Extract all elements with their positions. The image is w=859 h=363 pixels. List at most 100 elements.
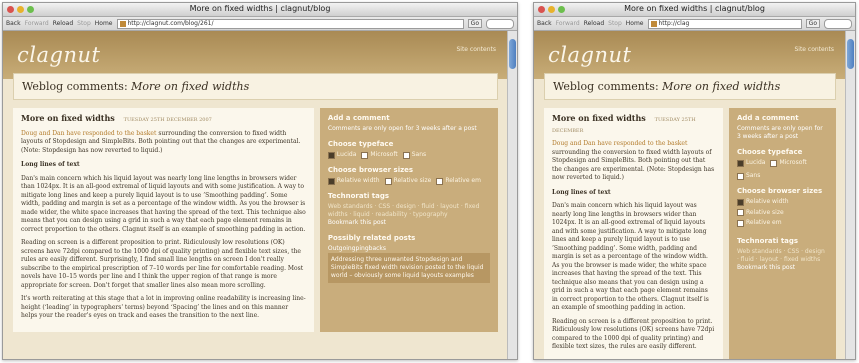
related-item[interactable]: Addressing three unwanted Stopdesign and… xyxy=(327,253,490,283)
scroll-thumb[interactable] xyxy=(847,39,854,69)
typeface-option-microsoft[interactable]: Microsoft xyxy=(770,159,807,167)
vertical-scrollbar[interactable] xyxy=(845,31,855,359)
address-bar[interactable]: http://clag xyxy=(647,18,802,29)
browser-window-narrow: More on fixed widths | clagnut/blog Back… xyxy=(533,2,856,360)
related-block: Possibly related posts Outgoingpingbacks… xyxy=(327,234,490,283)
title-bar[interactable]: More on fixed widths | clagnut/blog xyxy=(3,3,517,17)
address-text: http://clagnut.com/blog/261/ xyxy=(127,19,214,27)
paragraph-2: Dan's main concern which his liquid layo… xyxy=(552,202,709,311)
radio-icon xyxy=(436,177,444,185)
post-title-text: More on fixed widths xyxy=(21,113,115,123)
post-body: More on fixed widths TUESDAY 25TH DECEMB… xyxy=(13,108,314,332)
forward-button[interactable]: Forward xyxy=(556,20,580,27)
home-button[interactable]: Home xyxy=(626,20,644,27)
post-date: TUESDAY 25TH DECEMBER 2007 xyxy=(123,117,212,123)
intro-link[interactable]: Doug and Dan have responded to the baske… xyxy=(552,140,687,147)
option-label: Relative width xyxy=(745,198,789,205)
option-label: Lucida xyxy=(336,151,357,158)
typeface-option-sans[interactable]: Sans xyxy=(402,151,426,159)
intro-link[interactable]: Doug and Dan have responded to the baske… xyxy=(21,130,156,137)
radio-icon xyxy=(402,151,410,159)
sidebar: Add a comment Comments are only open for… xyxy=(319,108,498,332)
add-comment-note: Comments are only open for 3 weeks after… xyxy=(736,125,823,140)
tags-block: Technorati tags Web standards · CSS · de… xyxy=(328,192,490,227)
post-title: More on fixed widths TUESDAY 25TH DECEMB… xyxy=(21,114,306,125)
site-contents-link[interactable]: Site contents xyxy=(794,46,834,53)
radio-icon xyxy=(770,159,778,167)
stop-button[interactable]: Stop xyxy=(608,20,622,27)
reload-button[interactable]: Reload xyxy=(53,20,73,27)
option-label: Sans xyxy=(745,172,761,179)
size-option-size[interactable]: Relative size xyxy=(384,177,431,185)
paragraph-3: Reading on screen is a different proposi… xyxy=(552,317,715,351)
tags-block: Technorati tags Web standards · CSS · de… xyxy=(737,237,828,272)
paragraph-intro: Doug and Dan have responded to the baske… xyxy=(552,140,715,183)
reload-button[interactable]: Reload xyxy=(584,20,604,27)
page-title-post: More on fixed widths xyxy=(662,80,781,93)
option-label: Lucida xyxy=(745,159,766,166)
add-comment-note: Comments are only open for 3 weeks after… xyxy=(327,125,477,132)
bookmark-link[interactable]: Bookmark this post xyxy=(328,219,490,227)
browser-window-large: More on fixed widths | clagnut/blog Back… xyxy=(2,2,518,360)
option-label: Microsoft xyxy=(370,151,398,158)
favicon-icon xyxy=(119,20,126,27)
section-heading: Long lines of text xyxy=(552,188,611,196)
address-bar[interactable]: http://clagnut.com/blog/261/ xyxy=(116,18,464,29)
page-title: Weblog comments: More on fixed widths xyxy=(13,73,498,100)
back-button[interactable]: Back xyxy=(537,20,552,27)
radio-icon xyxy=(327,177,335,185)
option-label: Relative size xyxy=(745,208,784,216)
tag-list[interactable]: Web standards · CSS · design · fluid · l… xyxy=(737,248,828,264)
address-text: http://clag xyxy=(658,19,690,27)
typeface-option-lucida[interactable]: Lucida xyxy=(327,151,357,159)
search-input[interactable] xyxy=(824,18,852,29)
browser-toolbar: Back Forward Reload Stop Home http://cla… xyxy=(534,17,855,31)
size-option-width[interactable]: Relative width xyxy=(736,198,789,206)
size-option-size[interactable]: Relative size xyxy=(736,208,784,217)
add-comment-link[interactable]: Add a comment xyxy=(737,114,828,122)
size-option-width[interactable]: Relative width xyxy=(327,177,380,185)
forward-button[interactable]: Forward xyxy=(25,20,49,27)
radio-icon xyxy=(327,151,335,159)
go-button[interactable]: Go xyxy=(467,19,482,28)
option-label: Relative em xyxy=(745,219,782,226)
typeface-option-microsoft[interactable]: Microsoft xyxy=(361,151,398,159)
size-option-em[interactable]: Relative em xyxy=(736,219,782,227)
size-option-em[interactable]: Relative em xyxy=(436,177,481,185)
search-input[interactable] xyxy=(486,18,514,29)
scroll-thumb[interactable] xyxy=(509,39,516,69)
page-content: clagnut Site contents Weblog comments: M… xyxy=(534,31,846,359)
page-content: clagnut Site contents Weblog comments: M… xyxy=(3,31,508,359)
radio-icon xyxy=(736,219,744,227)
radio-icon xyxy=(384,177,392,185)
site-contents-link[interactable]: Site contents xyxy=(456,46,496,53)
radio-icon xyxy=(736,198,744,206)
section-heading: Long lines of text xyxy=(21,161,80,168)
typeface-option-sans[interactable]: Sans xyxy=(736,172,761,180)
stop-button[interactable]: Stop xyxy=(77,20,91,27)
paragraph-4: It's worth reiterating at this stage tha… xyxy=(21,295,306,319)
browser-toolbar: Back Forward Reload Stop Home http://cla… xyxy=(3,17,517,31)
go-button[interactable]: Go xyxy=(805,19,820,28)
add-comment-link[interactable]: Add a comment xyxy=(328,114,490,122)
browser-size-heading: Choose browser sizes xyxy=(736,187,823,195)
home-button[interactable]: Home xyxy=(95,20,113,27)
vertical-scrollbar[interactable] xyxy=(507,31,517,359)
site-logo[interactable]: clagnut xyxy=(548,43,631,67)
title-bar[interactable]: More on fixed widths | clagnut/blog xyxy=(534,3,855,17)
intro-text: surrounding the conversion to fixed widt… xyxy=(552,148,715,182)
site-banner: clagnut Site contents xyxy=(3,31,508,79)
content-columns: More on fixed widths TUESDAY 25TH DECEMB… xyxy=(13,108,498,332)
add-comment-block: Add a comment Comments are only open for… xyxy=(737,114,828,141)
site-logo[interactable]: clagnut xyxy=(17,43,100,67)
back-button[interactable]: Back xyxy=(6,20,21,27)
typeface-block: Choose typeface Lucida Microsoft Sans xyxy=(736,148,828,180)
option-label: Relative em xyxy=(445,177,481,184)
typeface-option-lucida[interactable]: Lucida xyxy=(736,159,766,167)
tag-list[interactable]: Web standards · CSS · design · fluid · l… xyxy=(328,203,490,219)
typeface-heading: Choose typeface xyxy=(327,140,394,148)
bookmark-link[interactable]: Bookmark this post xyxy=(737,264,828,272)
radio-icon xyxy=(361,151,369,159)
typeface-block: Choose typeface Lucida Microsoft Sans xyxy=(327,140,490,159)
radio-icon xyxy=(736,209,744,216)
